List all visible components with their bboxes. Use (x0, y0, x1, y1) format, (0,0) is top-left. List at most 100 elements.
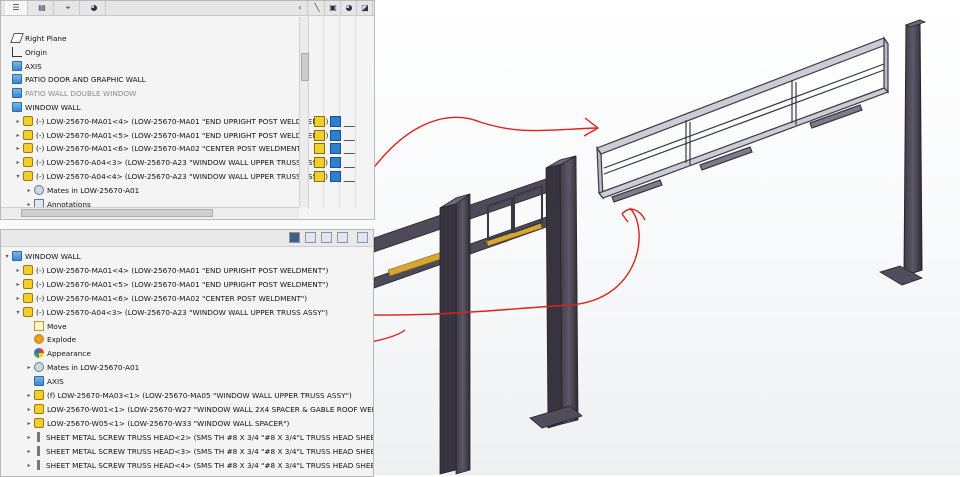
tree-row-label: AXIS (47, 377, 64, 387)
appearance-button[interactable] (305, 232, 316, 243)
color-swatch-icon[interactable] (330, 143, 341, 155)
scrollbar-thumb[interactable] (301, 53, 309, 81)
display-pane-button-4[interactable]: ◪ (358, 1, 373, 15)
tree-row[interactable]: Move (25, 320, 67, 333)
expand-toggle-icon[interactable]: ▸ (14, 129, 22, 142)
display-state-cells[interactable] (310, 156, 370, 169)
display-state-cells[interactable] (310, 170, 370, 183)
tree-row-label: LOW-25670-W01<1> (LOW-25670-W27 "WINDOW … (47, 404, 374, 414)
color-swatch-icon[interactable] (330, 171, 341, 182)
display-mode-icon[interactable] (314, 143, 325, 155)
tree-row[interactable]: ▸ (-) LOW-25670-A04<3> (LOW-25670-A23 "WI… (14, 156, 328, 169)
display-state-cells[interactable] (310, 129, 370, 142)
tree-vertical-scrollbar[interactable] (299, 17, 309, 207)
tree-row[interactable]: WINDOW WALL (3, 101, 81, 114)
expand-toggle-icon[interactable]: ▸ (25, 361, 33, 374)
tree-row[interactable]: ▸ (-) LOW-25670-MA01<4> (LOW-25670-MA01 "… (14, 115, 328, 128)
display-mode-icon[interactable] (314, 157, 325, 169)
color-swatch-icon[interactable] (330, 115, 341, 127)
tree-row[interactable]: ▸ SHEET METAL SCREW TRUSS HEAD<3> (SMS TH… (25, 445, 373, 458)
annotation-arrowhead-top (583, 117, 600, 137)
tree-row-label: WINDOW WALL (25, 103, 81, 112)
tree-row[interactable]: ▾ (-) LOW-25670-A04<3> (LOW-25670-A23 "WI… (14, 306, 328, 319)
tree-row[interactable]: ▸ (-) LOW-25670-MA01<6> (LOW-25670-MA02 "… (14, 142, 307, 155)
tree-row[interactable]: Explode (25, 333, 76, 346)
transparency-icon[interactable] (343, 157, 364, 169)
tree-row[interactable]: ▸ (-) LOW-25670-MA01<6> (LOW-25670-MA02 "… (14, 292, 307, 305)
appearance-icon (34, 348, 44, 359)
tree-row[interactable]: Appearance (25, 347, 91, 360)
expand-toggle-icon[interactable]: ▸ (25, 445, 33, 458)
display-pane-button-1[interactable]: ╲ (310, 1, 325, 15)
filter-button[interactable] (337, 232, 348, 243)
tree-horizontal-scrollbar[interactable] (1, 207, 299, 218)
tree-row[interactable]: ▸ LOW-25670-W01<1> (LOW-25670-W27 "WINDOW… (25, 403, 374, 416)
screw-icon (37, 431, 43, 442)
tab-property-manager[interactable]: ▤ (31, 1, 54, 15)
expand-toggle-icon[interactable]: ▸ (25, 417, 33, 430)
display-pane-button-2[interactable]: ▣ (326, 1, 341, 15)
tree-row-label: WINDOW WALL (25, 252, 81, 261)
expand-toggle-icon[interactable]: ▸ (25, 403, 33, 416)
tree-row[interactable]: ▸ (f) LOW-25670-MA03<1> (LOW-25670-MA05 "… (25, 389, 352, 402)
tree-row[interactable]: ▸ Mates in LOW-25670-A01 (25, 361, 139, 374)
annotation-hook-tip (621, 213, 629, 223)
color-swatch-icon[interactable] (330, 129, 341, 141)
expand-toggle-icon[interactable]: ▸ (14, 156, 22, 169)
expand-toggle-icon[interactable]: ▸ (14, 115, 22, 128)
display-mode-icon[interactable] (314, 129, 325, 141)
tree-row[interactable]: ▸ LOW-25670-W05<1> (LOW-25670-W33 "WINDOW… (25, 417, 289, 430)
tree-row[interactable]: ▸ Mates in LOW-25670-A01 (25, 184, 139, 197)
decal-button[interactable] (321, 232, 332, 243)
tree-row-label: (-) LOW-25670-A04<4> (LOW-25670-A23 "WIN… (36, 172, 328, 181)
tree-row-label: (-) LOW-25670-MA01<6> (LOW-25670-MA02 "C… (36, 293, 308, 303)
transparency-icon[interactable] (343, 129, 364, 141)
tree-row[interactable]: AXIS (25, 375, 64, 388)
assembly-icon (23, 157, 33, 168)
collapse-arrow-button[interactable]: ‹ (293, 1, 308, 15)
tree-row[interactable]: ▸ (-) LOW-25670-MA01<4> (LOW-25670-MA01 "… (14, 264, 328, 277)
close-pane-button[interactable] (357, 232, 368, 243)
tree-row[interactable]: Origin (3, 46, 47, 59)
expand-toggle-icon[interactable]: ▸ (14, 264, 22, 277)
expand-toggle-icon[interactable]: ▾ (14, 170, 22, 183)
expand-toggle-icon[interactable]: ▸ (25, 389, 33, 402)
expand-toggle-icon[interactable]: ▾ (14, 306, 22, 319)
tree-row[interactable]: PATIO WALL DOUBLE WINDOW (3, 87, 136, 100)
color-swatch-icon[interactable] (330, 157, 341, 169)
tree-row[interactable]: Right Plane (3, 32, 67, 45)
display-pane-button-3[interactable]: ◕ (342, 1, 357, 15)
tree-row[interactable]: ▸ SHEET METAL SCREW TRUSS HEAD<2> (SMS TH… (25, 431, 373, 444)
display-state-cells[interactable] (310, 142, 370, 155)
tree-row-label: (-) LOW-25670-MA01<6> (LOW-25670-MA02 "C… (36, 144, 308, 154)
tree-row[interactable]: ▾ (-) LOW-25670-A04<4> (LOW-25670-A23 "WI… (14, 170, 328, 183)
expand-toggle-icon[interactable]: ▸ (14, 142, 22, 155)
display-mode-icon[interactable] (314, 171, 325, 182)
tree-row[interactable]: AXIS (3, 60, 42, 73)
expand-toggle-icon[interactable]: ▸ (25, 184, 33, 197)
tree-row[interactable]: ▸ SHEET METAL SCREW TRUSS HEAD<4> (SMS TH… (25, 459, 374, 472)
tree-row[interactable]: ▸ (-) LOW-25670-MA01<5> (LOW-25670-MA01 "… (14, 129, 328, 142)
tree-row[interactable]: PATIO DOOR AND GRAPHIC WALL (3, 73, 146, 86)
tree-row-label: Explode (47, 335, 77, 345)
display-mode-icon[interactable] (314, 115, 325, 127)
tree-row[interactable]: ▸ (-) LOW-25670-MA01<5> (LOW-25670-MA01 "… (14, 278, 328, 291)
transparency-icon[interactable] (343, 143, 364, 155)
folder-icon (12, 251, 22, 261)
tab-feature-tree[interactable]: ☰ (5, 1, 28, 15)
tab-display-manager[interactable]: ◕ (83, 1, 106, 15)
tree-row-label: SHEET METAL SCREW TRUSS HEAD<4> (SMS TH … (46, 460, 374, 470)
transparency-icon[interactable] (343, 171, 364, 182)
exploded-upper-truss[interactable] (596, 36, 890, 203)
tab-configuration-manager[interactable]: ⌖ (57, 1, 80, 15)
expand-toggle-icon[interactable]: ▸ (14, 292, 22, 305)
expand-toggle-icon[interactable]: ▸ (14, 278, 22, 291)
scrollbar-thumb[interactable] (21, 209, 213, 217)
expand-toggle-icon[interactable]: ▸ (25, 459, 33, 472)
expand-toggle-icon[interactable]: ▾ (3, 250, 11, 263)
transparency-icon[interactable] (343, 115, 364, 127)
tree-row[interactable]: ▾ WINDOW WALL (3, 250, 81, 263)
expand-toggle-icon[interactable]: ▸ (25, 431, 33, 444)
tree-view-button[interactable] (289, 232, 300, 243)
display-state-cells[interactable] (310, 115, 370, 128)
